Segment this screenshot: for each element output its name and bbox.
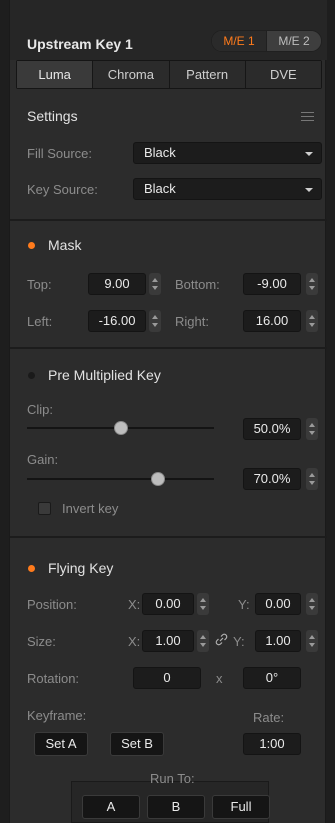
- position-y-stepper[interactable]: [306, 593, 318, 615]
- mask-left-label: Left:: [27, 314, 53, 329]
- tab-luma[interactable]: Luma: [17, 61, 94, 88]
- clip-label: Clip:: [27, 402, 54, 417]
- run-to-b-button[interactable]: B: [147, 795, 205, 819]
- key-source-select[interactable]: Black: [133, 178, 322, 200]
- me-selector: M/E 1 M/E 2: [211, 30, 322, 52]
- flying-key-title: Flying Key: [48, 560, 114, 576]
- link-icon[interactable]: [215, 633, 228, 646]
- size-x-stepper[interactable]: [197, 630, 209, 652]
- rotation-input[interactable]: 0: [133, 667, 201, 689]
- gain-slider-handle[interactable]: [150, 472, 165, 486]
- mask-bottom-stepper[interactable]: [306, 273, 318, 295]
- pre-multiplied-toggle[interactable]: [28, 372, 35, 379]
- panel-title: Upstream Key 1: [27, 36, 133, 52]
- chevron-down-icon: [305, 188, 313, 192]
- rate-label: Rate:: [253, 710, 285, 725]
- keyframe-label: Keyframe:: [27, 708, 87, 723]
- size-y-label: Y:: [233, 634, 245, 649]
- position-label: Position:: [27, 597, 77, 612]
- mask-bottom-label: Bottom:: [175, 277, 220, 292]
- position-y-label: Y:: [238, 597, 250, 612]
- tab-chroma[interactable]: Chroma: [93, 61, 170, 88]
- clip-input[interactable]: 50.0%: [243, 418, 301, 440]
- section-divider: [10, 219, 327, 221]
- invert-key-label: Invert key: [62, 501, 119, 516]
- tab-dve[interactable]: DVE: [245, 61, 321, 88]
- mask-right-label: Right:: [175, 314, 209, 329]
- gain-slider[interactable]: [27, 478, 214, 480]
- fill-source-select[interactable]: Black: [133, 142, 322, 164]
- size-y-stepper[interactable]: [306, 630, 318, 652]
- position-y-input[interactable]: 0.00: [255, 593, 301, 615]
- position-x-input[interactable]: 0.00: [142, 593, 194, 615]
- gain-input[interactable]: 70.0%: [243, 468, 301, 490]
- section-divider: [10, 536, 327, 538]
- flying-key-toggle[interactable]: [28, 565, 35, 572]
- size-y-input[interactable]: 1.00: [255, 630, 301, 652]
- chevron-down-icon: [305, 152, 313, 156]
- mask-title: Mask: [48, 237, 82, 253]
- gain-stepper[interactable]: [306, 468, 318, 490]
- rotation-label: Rotation:: [27, 671, 80, 686]
- invert-key-checkbox[interactable]: [38, 502, 51, 515]
- mask-top-label: Top:: [27, 277, 52, 292]
- me2-button[interactable]: M/E 2: [267, 31, 321, 51]
- mask-left-input[interactable]: -16.00: [88, 310, 146, 332]
- mask-top-input[interactable]: 9.00: [88, 273, 146, 295]
- upstream-key-panel: Upstream Key 1 M/E 1 M/E 2 Luma Chroma P…: [9, 0, 327, 823]
- run-to-a-button[interactable]: A: [82, 795, 140, 819]
- pre-multiplied-title: Pre Multiplied Key: [48, 367, 161, 383]
- clip-slider-handle[interactable]: [113, 421, 128, 435]
- rotation-x-label: x: [216, 671, 223, 686]
- fill-source-label: Fill Source:: [27, 146, 93, 161]
- mask-bottom-input[interactable]: -9.00: [243, 273, 301, 295]
- size-x-input[interactable]: 1.00: [142, 630, 194, 652]
- mask-toggle[interactable]: [28, 242, 35, 249]
- clip-stepper[interactable]: [306, 418, 318, 440]
- me1-button[interactable]: M/E 1: [212, 31, 267, 51]
- tab-pattern[interactable]: Pattern: [169, 61, 246, 88]
- section-divider: [10, 347, 327, 349]
- mask-left-stepper[interactable]: [149, 310, 161, 332]
- menu-icon[interactable]: [301, 112, 314, 122]
- mask-right-stepper[interactable]: [306, 310, 318, 332]
- key-type-tabs: Luma Chroma Pattern DVE: [16, 60, 322, 89]
- size-x-label: X:: [128, 634, 141, 649]
- rate-input[interactable]: 1:00: [243, 733, 301, 755]
- position-x-stepper[interactable]: [197, 593, 209, 615]
- settings-title: Settings: [27, 108, 78, 124]
- mask-top-stepper[interactable]: [149, 273, 161, 295]
- panel-header: Upstream Key 1 M/E 1 M/E 2: [10, 0, 327, 60]
- mask-right-input[interactable]: 16.00: [243, 310, 301, 332]
- run-to-full-button[interactable]: Full: [212, 795, 270, 819]
- gain-label: Gain:: [27, 452, 59, 467]
- rotation-degrees-input[interactable]: 0°: [243, 667, 301, 689]
- set-a-button[interactable]: Set A: [34, 732, 88, 756]
- set-b-button[interactable]: Set B: [110, 732, 164, 756]
- run-to-label: Run To:: [150, 771, 195, 786]
- position-x-label: X:: [128, 597, 141, 612]
- size-label: Size:: [27, 634, 56, 649]
- fill-source-value: Black: [144, 145, 176, 160]
- key-source-label: Key Source:: [27, 182, 98, 197]
- key-source-value: Black: [144, 181, 176, 196]
